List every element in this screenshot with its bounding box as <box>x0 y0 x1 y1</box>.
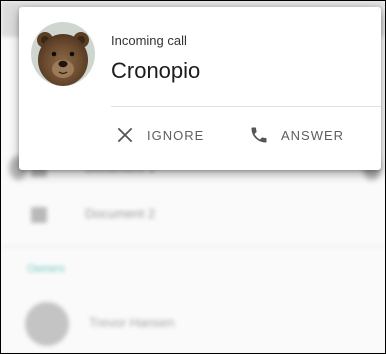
ignore-button[interactable]: IGNORE <box>114 121 204 149</box>
incoming-call-card: Incoming call Cronopio IGNORE ANSWER <box>19 7 381 170</box>
caller-avatar <box>31 22 95 86</box>
owner-avatar <box>25 302 69 346</box>
bear-avatar-icon <box>31 22 95 86</box>
list-item-label: Document 2 <box>85 206 156 221</box>
answer-button[interactable]: ANSWER <box>248 121 344 149</box>
screen-frame: Document 1 Document 2 Owners Trevor Hans… <box>0 0 386 354</box>
caller-name: Cronopio <box>111 58 201 83</box>
list-divider <box>1 246 385 247</box>
owner-name[interactable]: Trevor Hansen <box>89 315 175 330</box>
call-subtitle: Incoming call <box>111 33 187 48</box>
document-icon <box>31 207 47 223</box>
section-header: Owners <box>27 263 65 275</box>
card-divider <box>111 106 381 107</box>
answer-label: ANSWER <box>281 127 345 143</box>
ignore-label: IGNORE <box>147 127 205 143</box>
phone-icon <box>248 124 270 146</box>
close-icon <box>114 124 136 146</box>
list-item[interactable]: Document 2 <box>1 192 385 238</box>
